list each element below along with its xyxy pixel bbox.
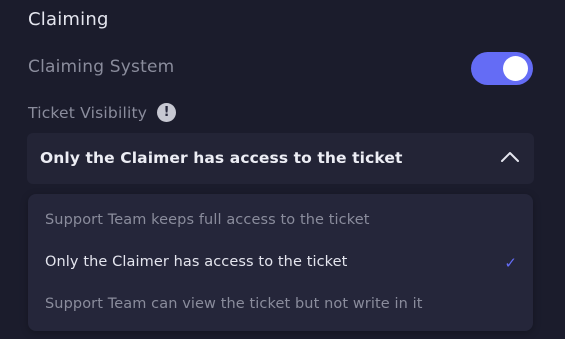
option-label: Support Team can view the ticket but not… [45, 296, 423, 312]
info-icon[interactable]: ! [157, 103, 177, 122]
ticket-visibility-header: Ticket Visibility ! [28, 103, 177, 122]
ticket-visibility-select[interactable]: Only the Claimer has access to the ticke… [27, 133, 534, 184]
section-title: Claiming [28, 9, 109, 30]
option-full-access[interactable]: Support Team keeps full access to the ti… [28, 204, 533, 238]
option-view-only[interactable]: Support Team can view the ticket but not… [28, 288, 533, 322]
claiming-settings-panel: Claiming Claiming System Ticket Visibili… [0, 0, 565, 339]
option-label: Only the Claimer has access to the ticke… [45, 254, 348, 270]
toggle-knob [503, 56, 528, 81]
chevron-up-icon [501, 152, 519, 162]
claiming-system-label: Claiming System [28, 57, 175, 77]
check-icon: ✓ [504, 254, 517, 272]
visibility-options-menu: Support Team keeps full access to the ti… [28, 194, 533, 331]
selected-value: Only the Claimer has access to the ticke… [40, 149, 403, 167]
option-label: Support Team keeps full access to the ti… [45, 212, 370, 228]
option-claimer-only[interactable]: Only the Claimer has access to the ticke… [28, 246, 533, 280]
claiming-system-toggle[interactable] [471, 52, 533, 85]
ticket-visibility-label: Ticket Visibility [28, 103, 148, 122]
